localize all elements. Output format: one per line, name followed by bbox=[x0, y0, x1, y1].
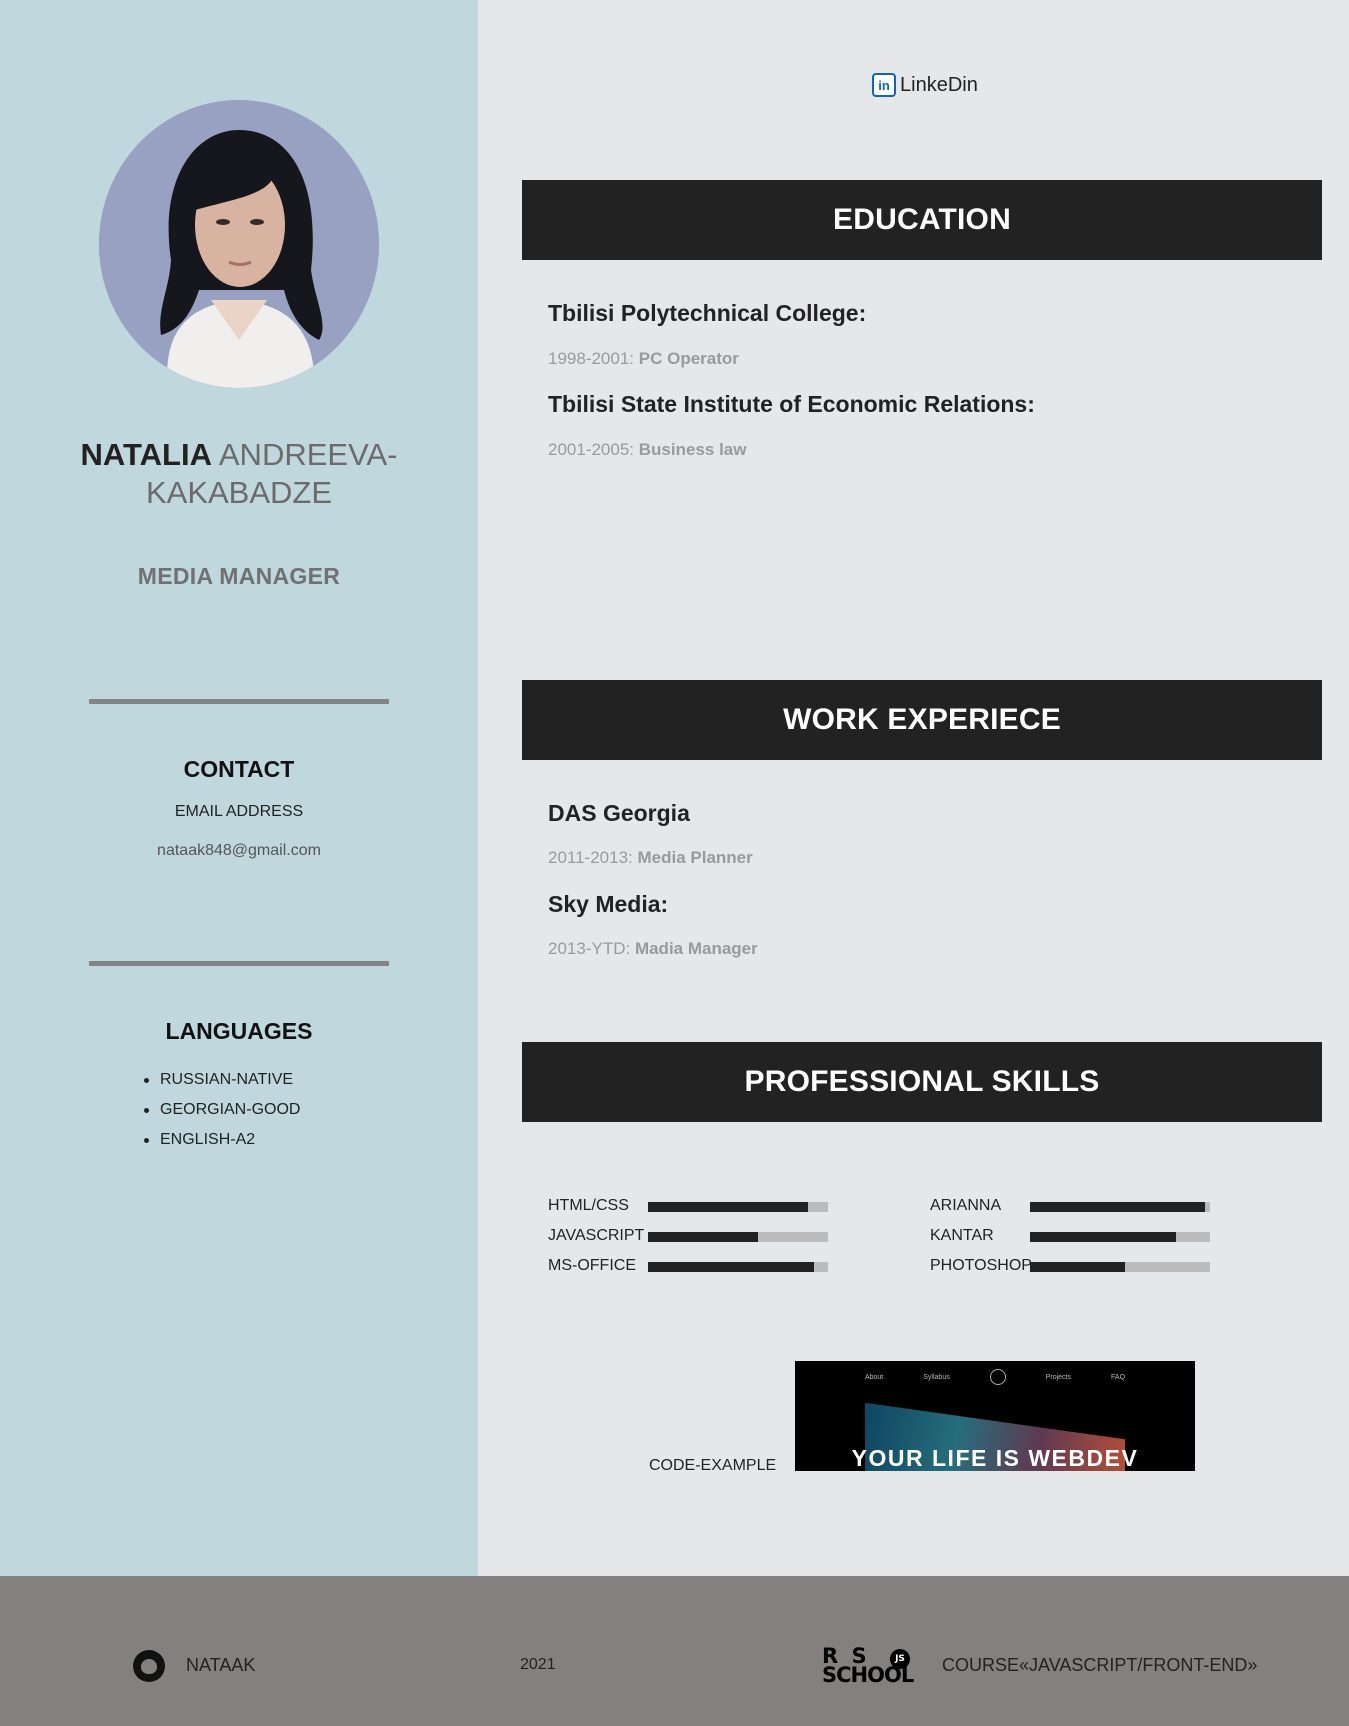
skill-item: KANTAR bbox=[930, 1226, 1210, 1246]
skill-bar bbox=[648, 1232, 828, 1242]
thumbnail-nav: About Syllabus Projects FAQ bbox=[795, 1369, 1195, 1385]
thumbnail-nav-item: Syllabus bbox=[923, 1373, 950, 1381]
skills-header: PROFESSIONAL SKILLS bbox=[522, 1042, 1322, 1122]
education-years: 2001-2005: bbox=[548, 440, 635, 459]
skill-label: HTML/CSS bbox=[548, 1197, 629, 1214]
work-details: 2011-2013: Media Planner bbox=[548, 848, 753, 868]
linkedin-label: LinkeDin bbox=[900, 73, 978, 96]
job-title: MEDIA MANAGER bbox=[137, 563, 341, 589]
language-item: RUSSIAN-NATIVE bbox=[143, 1070, 300, 1100]
education-details: 2001-2005: Business law bbox=[548, 440, 746, 460]
skill-bar-fill bbox=[1030, 1262, 1126, 1272]
work-years: 2011-2013: bbox=[548, 848, 633, 867]
languages-title: LANGUAGES bbox=[165, 1018, 313, 1044]
skill-item: JAVASCRIPT bbox=[548, 1226, 828, 1246]
github-username[interactable]: NATAAK bbox=[186, 1655, 255, 1676]
code-example-thumbnail[interactable]: About Syllabus Projects FAQ YOUR LIFE IS… bbox=[795, 1361, 1195, 1471]
skill-label: MS-OFFICE bbox=[548, 1257, 636, 1274]
work-header: WORK EXPERIECE bbox=[522, 680, 1322, 760]
email-link[interactable]: nataak848@gmail.com bbox=[60, 842, 418, 860]
code-example-label: CODE-EXAMPLE bbox=[649, 1457, 777, 1474]
skill-bar bbox=[1030, 1262, 1210, 1272]
education-details: 1998-2001: PC Operator bbox=[548, 349, 739, 369]
sidebar-divider bbox=[89, 699, 389, 704]
thumbnail-nav-item: FAQ bbox=[1111, 1373, 1126, 1381]
sidebar-divider bbox=[89, 961, 389, 966]
footer-year: 2021 bbox=[520, 1656, 556, 1673]
profile-photo bbox=[99, 100, 379, 388]
skill-item: MS-OFFICE bbox=[548, 1256, 828, 1276]
education-degree: PC Operator bbox=[638, 349, 739, 368]
skill-item: HTML/CSS bbox=[548, 1196, 828, 1216]
skill-bar-fill bbox=[648, 1202, 809, 1212]
skill-label: ARIANNA bbox=[930, 1197, 1002, 1214]
linkedin-link[interactable]: in LinkeDin bbox=[872, 72, 978, 98]
first-name: NATALIA bbox=[80, 437, 212, 472]
contact-title: CONTACT bbox=[183, 756, 295, 782]
work-company: Sky Media: bbox=[548, 891, 669, 917]
work-position: Madia Manager bbox=[634, 939, 758, 958]
skill-bar bbox=[1030, 1232, 1210, 1242]
skill-bar-fill bbox=[1030, 1202, 1205, 1212]
rs-logo-bottom: SCHOOL bbox=[822, 1663, 914, 1687]
thumbnail-nav-item: About bbox=[864, 1373, 884, 1381]
education-degree: Business law bbox=[638, 440, 747, 459]
github-icon[interactable] bbox=[133, 1650, 165, 1682]
globe-icon bbox=[989, 1369, 1006, 1385]
work-position: Media Planner bbox=[637, 848, 753, 867]
language-item: ENGLISH-A2 bbox=[143, 1130, 300, 1160]
thumbnail-nav-item: Projects bbox=[1045, 1373, 1072, 1381]
skill-item: ARIANNA bbox=[930, 1196, 1210, 1216]
skill-bar-fill bbox=[648, 1262, 814, 1272]
skill-label: PHOTOSHOP bbox=[930, 1257, 1032, 1274]
skill-bar-fill bbox=[1030, 1232, 1176, 1242]
js-badge-icon: JS bbox=[890, 1649, 910, 1669]
language-item: GEORGIAN-GOOD bbox=[143, 1100, 300, 1130]
work-details: 2013-YTD: Madia Manager bbox=[548, 939, 758, 959]
skill-bar bbox=[648, 1202, 828, 1212]
email-label: EMAIL ADDRESS bbox=[174, 803, 304, 820]
skill-item: PHOTOSHOP bbox=[930, 1256, 1210, 1276]
skill-label: KANTAR bbox=[930, 1227, 994, 1244]
resume-page: NATALIA ANDREEVA-KAKABADZE MEDIA MANAGER… bbox=[0, 0, 1349, 1726]
skill-bar-fill bbox=[648, 1232, 758, 1242]
education-header: EDUCATION bbox=[522, 180, 1322, 260]
education-school: Tbilisi Polytechnical College: bbox=[548, 300, 867, 326]
work-company: DAS Georgia bbox=[548, 800, 690, 826]
skill-bar bbox=[1030, 1202, 1210, 1212]
sidebar: NATALIA ANDREEVA-KAKABADZE MEDIA MANAGER… bbox=[0, 0, 478, 1576]
linkedin-icon: in bbox=[872, 73, 896, 97]
course-name: COURSE«JAVASCRIPT/FRONT-END» bbox=[942, 1655, 1258, 1675]
skill-bar bbox=[648, 1262, 828, 1272]
education-years: 1998-2001: bbox=[548, 349, 635, 368]
footer bbox=[0, 1576, 1349, 1726]
rs-school-logo[interactable]: R S SCHOOL JS bbox=[822, 1646, 922, 1687]
profile-photo-illustration bbox=[99, 100, 379, 388]
skill-label: JAVASCRIPT bbox=[548, 1227, 645, 1244]
education-school: Tbilisi State Institute of Economic Rela… bbox=[548, 391, 1035, 417]
thumbnail-headline: YOUR LIFE IS WEBDEV bbox=[851, 1445, 1139, 1471]
work-years: 2013-YTD: bbox=[548, 939, 631, 958]
full-name: NATALIA ANDREEVA-KAKABADZE bbox=[60, 436, 418, 512]
languages-list: RUSSIAN-NATIVE GEORGIAN-GOOD ENGLISH-A2 bbox=[143, 1070, 300, 1160]
